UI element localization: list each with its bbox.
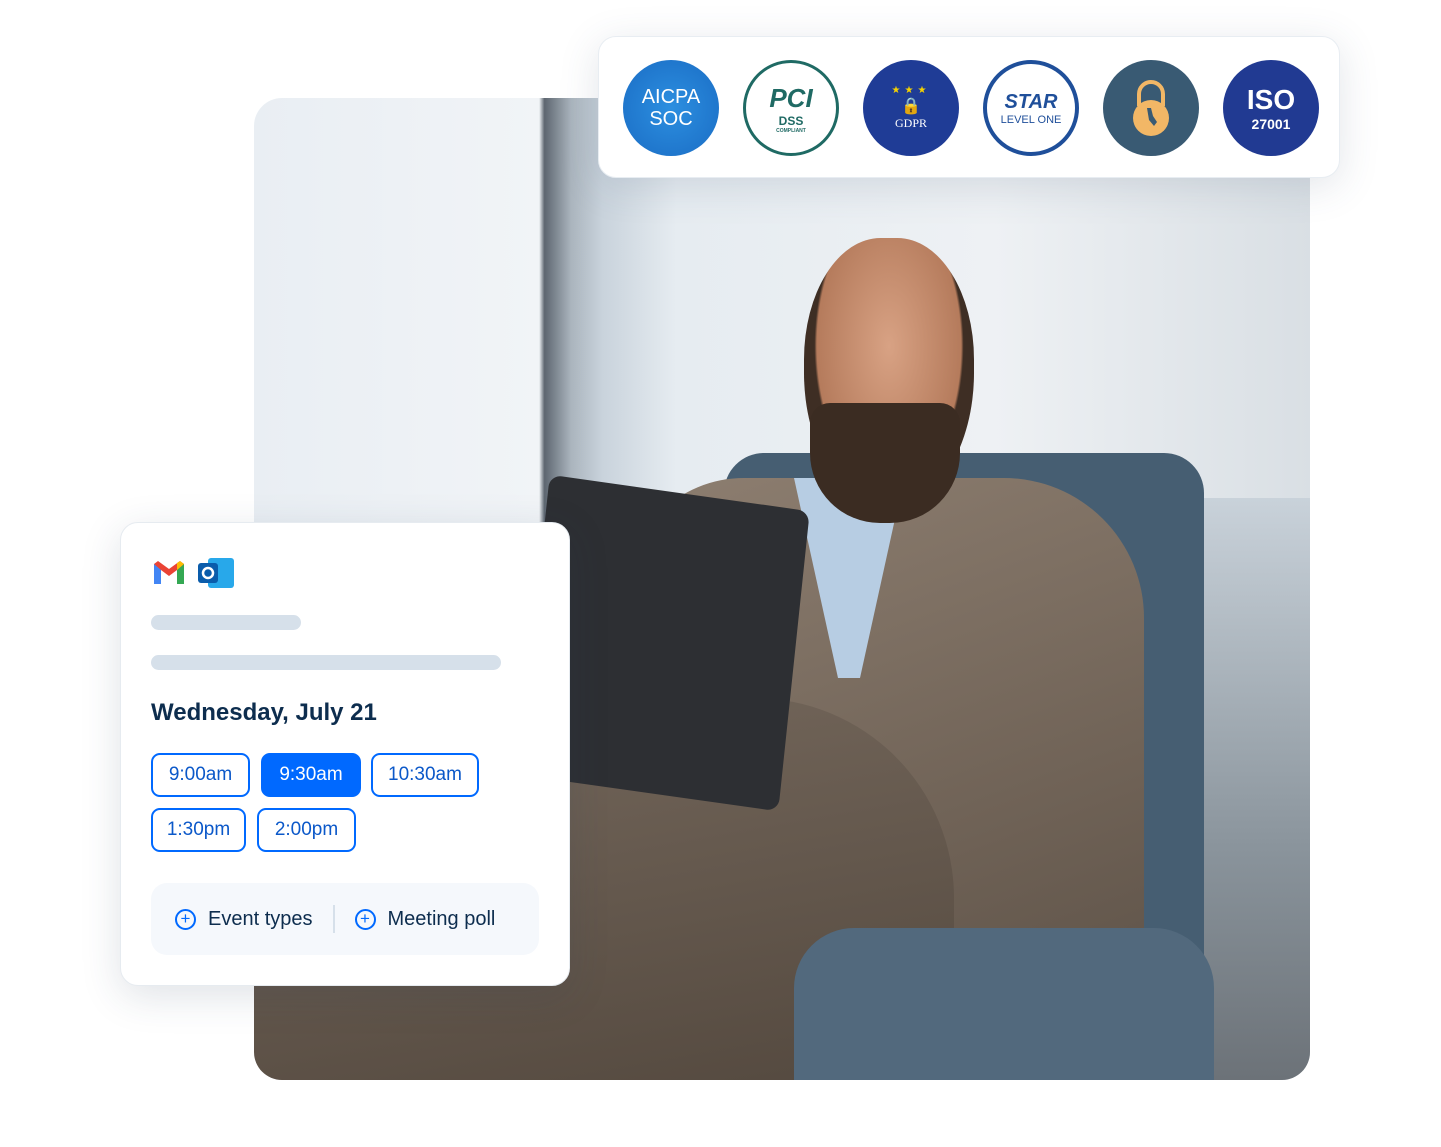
time-slot-button-selected[interactable]: 9:30am [261,753,361,797]
meeting-poll-button[interactable]: + Meeting poll [354,907,496,931]
badge-text: LEVEL ONE [1000,113,1062,126]
placeholder-bar [151,615,301,630]
badge-text: AICPA [641,86,701,108]
badge-text: ISO [1246,84,1296,115]
time-slot-button[interactable]: 10:30am [371,753,479,797]
time-slot-button[interactable]: 9:00am [151,753,250,797]
plus-circle-icon: + [354,908,376,930]
ccpa-badge [1103,60,1199,156]
badge-text: GDPR [894,116,927,130]
badge-text: STAR [1004,90,1058,113]
time-slot-button[interactable]: 1:30pm [151,808,246,852]
badge-text: 27001 [1251,116,1291,132]
lock-icon: 🔒 [901,98,921,115]
divider [332,905,335,933]
gdpr-badge: ★★★ 🔒 GDPR [863,60,959,156]
placeholder-bar [151,655,501,670]
selected-date: Wednesday, July 21 [151,699,377,726]
compliance-badges: AICPA SOC PCI DSS COMPLIANT ★★★ 🔒 GDPR STAR LE… [598,36,1340,178]
booking-card: Wednesday, July 21 9:00am 9:30am 10:30am… [120,522,570,986]
stars-icon: ★★★ [891,85,931,96]
badge-text: PCI [769,82,813,113]
event-types-label: Event types [208,907,313,930]
iso-27001-badge: ISO 27001 [1223,60,1319,156]
badge-text: SOC [649,108,693,130]
pci-dss-badge: PCI DSS COMPLIANT [743,60,839,156]
quick-actions: + Event types + Meeting poll [151,883,539,955]
star-level-one-badge: STAR LEVEL ONE [983,60,1079,156]
outlook-icon [198,558,234,588]
badge-text: COMPLIANT [776,127,806,134]
time-slot-button[interactable]: 2:00pm [257,808,356,852]
aicpa-soc-badge: AICPA SOC [623,60,719,156]
plus-circle-icon: + [175,908,196,930]
badge-text: DSS [778,113,804,128]
gmail-icon [154,561,184,584]
lock-california-icon [1133,80,1169,136]
meeting-poll-label: Meeting poll [387,907,496,930]
event-types-button[interactable]: + Event types [175,908,313,931]
